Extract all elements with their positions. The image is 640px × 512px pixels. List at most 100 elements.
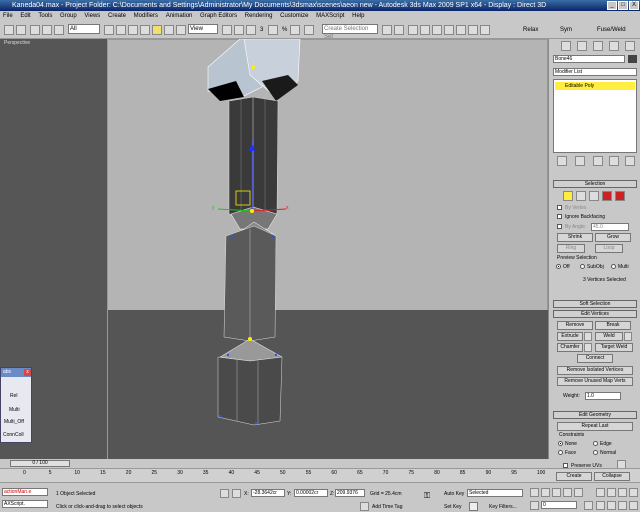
listener-line-1[interactable]: actionMan.e: [2, 488, 48, 496]
previous-frame-icon[interactable]: [541, 488, 550, 497]
manipulate-icon[interactable]: [234, 25, 244, 35]
relax-button[interactable]: Relax: [523, 25, 538, 35]
shrink-button[interactable]: Shrink: [557, 233, 593, 242]
menu-maxscript[interactable]: MAXScript: [316, 13, 344, 19]
bone-mesh[interactable]: [0, 39, 548, 459]
float-item-rel[interactable]: Rel: [10, 393, 18, 399]
pin-stack-icon[interactable]: [557, 156, 567, 166]
minimize-button[interactable]: _: [607, 1, 617, 10]
set-key-button[interactable]: Set Key: [444, 504, 462, 510]
break-button[interactable]: Break: [595, 321, 631, 330]
key-icon[interactable]: ⚿: [424, 491, 430, 501]
constraint-face-radio[interactable]: [558, 450, 563, 455]
orbit-icon[interactable]: [618, 501, 627, 510]
selection-rollout-header[interactable]: Selection: [553, 180, 637, 188]
object-name-field[interactable]: Bone46: [553, 55, 625, 63]
keyboard-shortcut-icon[interactable]: [246, 25, 256, 35]
float-item-multi[interactable]: Multi: [9, 407, 20, 413]
time-slider[interactable]: 0 / 100: [0, 459, 548, 468]
modifier-list-dropdown[interactable]: Modifier List: [553, 68, 637, 76]
select-object-icon[interactable]: [104, 25, 114, 35]
key-filters-button[interactable]: Key Filters...: [489, 504, 517, 510]
by-vertex-checkbox[interactable]: [557, 205, 562, 210]
menu-modifiers[interactable]: Modifiers: [134, 13, 158, 19]
remove-button[interactable]: Remove: [557, 321, 593, 330]
selection-filter-dropdown[interactable]: All: [68, 24, 100, 34]
time-slider-thumb[interactable]: 0 / 100: [10, 460, 70, 467]
close-button[interactable]: X: [629, 1, 639, 10]
schematic-view-icon[interactable]: [432, 25, 442, 35]
transform-mode-icon[interactable]: [232, 489, 241, 498]
remove-unused-map-verts-button[interactable]: Remove Unused Map Verts: [557, 377, 633, 386]
time-tag-icon[interactable]: [360, 502, 369, 511]
create-tab-icon[interactable]: [561, 41, 571, 51]
add-time-tag-button[interactable]: Add Time Tag: [372, 504, 402, 510]
weld-settings-icon[interactable]: [624, 332, 632, 341]
curve-editor-icon[interactable]: [420, 25, 430, 35]
z-coordinate-field[interactable]: 209.9376: [335, 489, 365, 497]
auto-key-button[interactable]: Auto Key: [444, 491, 464, 497]
loop-button[interactable]: Loop: [595, 244, 623, 253]
grow-button[interactable]: Grow: [595, 233, 631, 242]
close-icon[interactable]: x: [24, 369, 31, 376]
polygon-mode-icon[interactable]: [602, 191, 612, 201]
y-coordinate-field[interactable]: 0.00002cr: [294, 489, 328, 497]
menu-customize[interactable]: Customize: [280, 13, 308, 19]
repeat-last-button[interactable]: Repeat Last: [557, 422, 633, 431]
edit-named-selection-icon[interactable]: [304, 25, 314, 35]
edge-mode-icon[interactable]: [576, 191, 586, 201]
fov-icon[interactable]: [596, 501, 605, 510]
undo-icon[interactable]: [4, 25, 14, 35]
rendered-frame-icon[interactable]: [468, 25, 478, 35]
show-end-result-icon[interactable]: [575, 156, 585, 166]
rect-selection-icon[interactable]: [128, 25, 138, 35]
material-editor-icon[interactable]: [444, 25, 454, 35]
key-mode-icon[interactable]: [530, 501, 539, 510]
angle-snap-icon[interactable]: [268, 25, 278, 35]
zoom-extents-icon[interactable]: [618, 488, 627, 497]
collapse-button[interactable]: Collapse: [594, 472, 630, 481]
constraint-normal-radio[interactable]: [593, 450, 598, 455]
soft-selection-rollout-header[interactable]: Soft Selection: [553, 300, 637, 308]
move-icon[interactable]: [152, 25, 162, 35]
menu-rendering[interactable]: Rendering: [245, 13, 273, 19]
next-frame-icon[interactable]: [563, 488, 572, 497]
redo-icon[interactable]: [16, 25, 26, 35]
reference-coord-dropdown[interactable]: View: [188, 24, 218, 34]
spinner-snap-icon[interactable]: [290, 25, 300, 35]
float-item-conncoll[interactable]: ConnColl: [3, 432, 24, 438]
zoom-extents-all-icon[interactable]: [629, 488, 638, 497]
sym-button[interactable]: Sym: [560, 25, 572, 35]
menu-file[interactable]: File: [3, 13, 13, 19]
maximize-viewport-icon[interactable]: [629, 501, 638, 510]
menu-animation[interactable]: Animation: [166, 13, 193, 19]
listener-line-2[interactable]: AXScript.: [2, 500, 48, 508]
constraint-edge-radio[interactable]: [593, 441, 598, 446]
connect-button[interactable]: Connect: [577, 354, 613, 363]
object-color-swatch[interactable]: [628, 55, 637, 63]
menu-help[interactable]: Help: [352, 13, 364, 19]
create-button[interactable]: Create: [556, 472, 592, 481]
extrude-settings-icon[interactable]: [584, 332, 592, 341]
pivot-center-icon[interactable]: [222, 25, 232, 35]
render-icon[interactable]: [480, 25, 490, 35]
menu-create[interactable]: Create: [108, 13, 126, 19]
remove-modifier-icon[interactable]: [609, 156, 619, 166]
configure-sets-icon[interactable]: [625, 156, 635, 166]
vertex-mode-icon[interactable]: [563, 191, 573, 201]
align-icon[interactable]: [394, 25, 404, 35]
float-item-multi-off[interactable]: Multi_Off: [4, 419, 24, 425]
ring-button[interactable]: Ring: [557, 244, 585, 253]
edit-geometry-rollout-header[interactable]: Edit Geometry: [553, 411, 637, 419]
x-coordinate-field[interactable]: -28.3642cr: [251, 489, 285, 497]
menu-tools[interactable]: Tools: [38, 13, 52, 19]
border-mode-icon[interactable]: [589, 191, 599, 201]
preview-multi-radio[interactable]: [611, 264, 616, 269]
set-key-icon[interactable]: [469, 502, 478, 511]
by-angle-field[interactable]: 45.0: [591, 223, 629, 231]
weld-button[interactable]: Weld: [595, 332, 623, 341]
lock-selection-icon[interactable]: [220, 489, 229, 498]
bind-space-warp-icon[interactable]: [54, 25, 64, 35]
floating-tool-list[interactable]: abs x Rel Multi Multi_Off ConnColl: [0, 367, 32, 443]
chamfer-button[interactable]: Chamfer: [557, 343, 583, 352]
